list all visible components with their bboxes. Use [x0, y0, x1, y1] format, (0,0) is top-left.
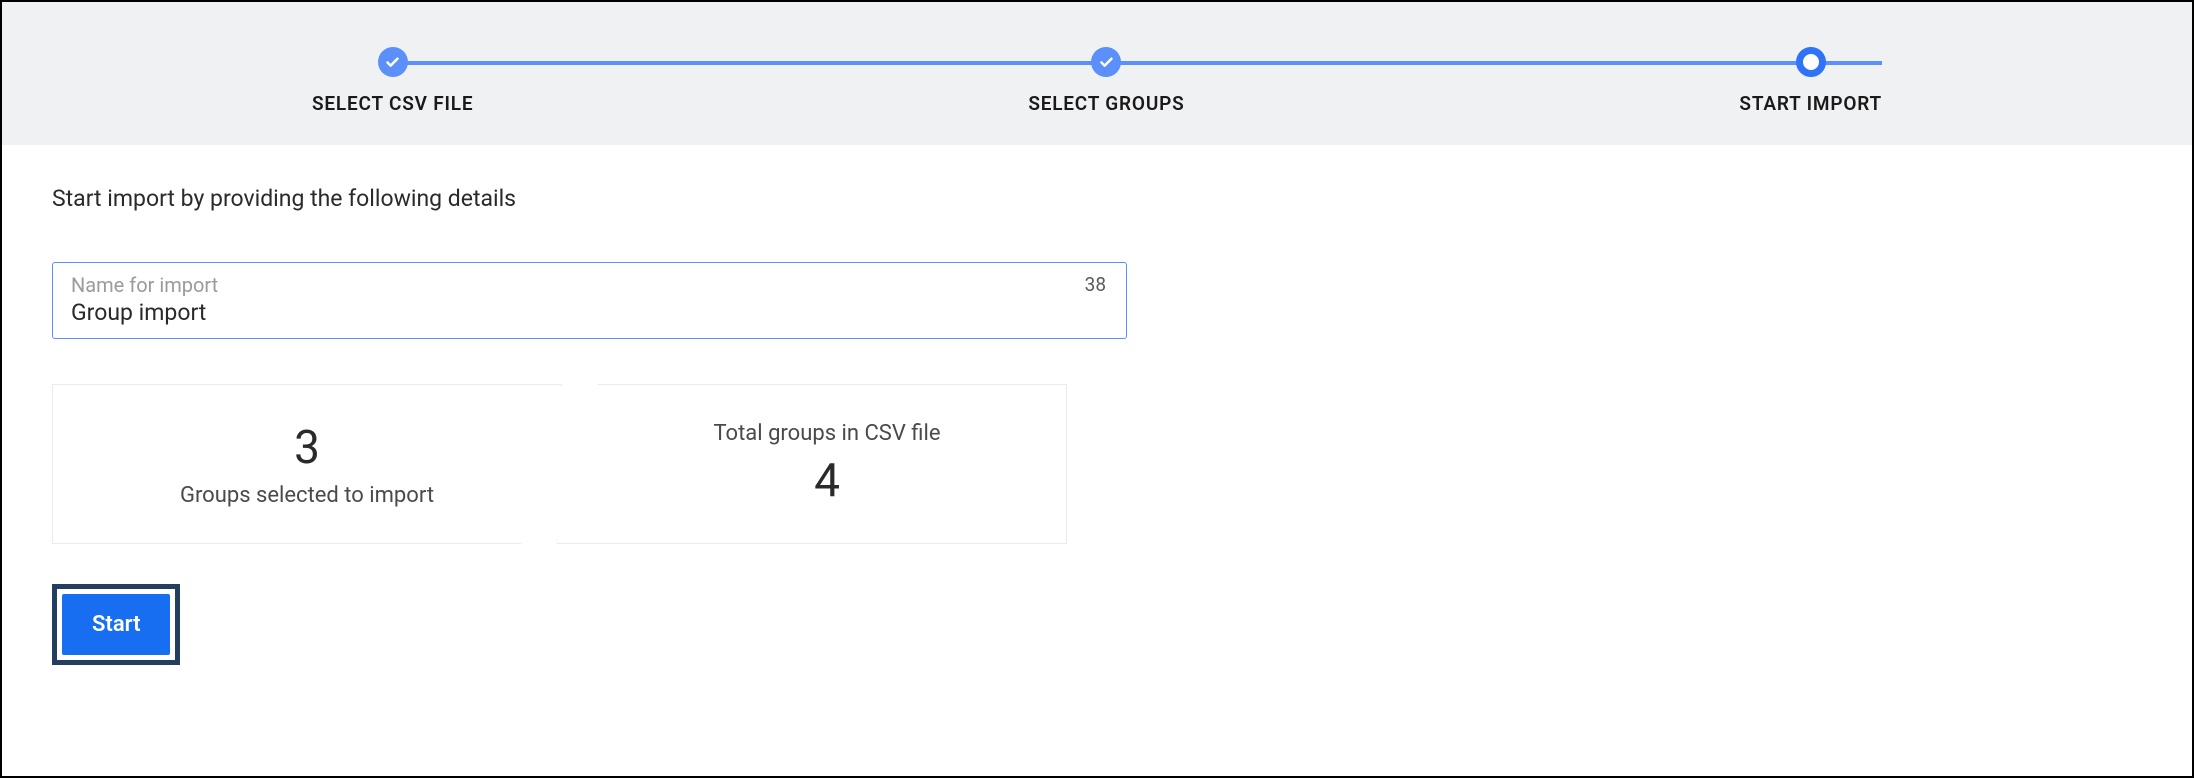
stats-row: 3 Groups selected to import Total groups… [52, 384, 2142, 544]
name-input-wrapper[interactable]: Name for import 38 [52, 262, 1127, 339]
import-name-input[interactable] [71, 297, 1108, 326]
step-start-import: START IMPORT [1739, 47, 1882, 115]
step-label: SELECT CSV FILE [312, 92, 473, 115]
step-label: START IMPORT [1739, 92, 1882, 115]
selected-label: Groups selected to import [180, 483, 434, 508]
char-counter: 38 [1085, 273, 1106, 296]
stepper-bar: SELECT CSV FILE SELECT GROUPS START IMPO… [2, 2, 2192, 145]
current-step-circle-icon [1796, 47, 1826, 77]
step-label: SELECT GROUPS [1028, 92, 1184, 115]
total-label: Total groups in CSV file [713, 421, 940, 446]
check-circle-icon [378, 47, 408, 77]
start-button[interactable]: Start [62, 594, 170, 655]
import-wizard-container: SELECT CSV FILE SELECT GROUPS START IMPO… [0, 0, 2194, 778]
check-circle-icon [1091, 47, 1121, 77]
total-groups-card: Total groups in CSV file 4 [557, 384, 1067, 544]
step-select-csv: SELECT CSV FILE [312, 47, 473, 115]
selected-groups-card: 3 Groups selected to import [52, 384, 562, 544]
input-label: Name for import [71, 273, 1108, 297]
total-count: 4 [814, 454, 840, 508]
content-area: Start import by providing the following … [2, 145, 2192, 776]
selected-count: 3 [294, 421, 320, 475]
instruction-text: Start import by providing the following … [52, 185, 2142, 212]
stepper: SELECT CSV FILE SELECT GROUPS START IMPO… [2, 47, 2192, 115]
start-button-highlight: Start [52, 584, 180, 665]
step-select-groups: SELECT GROUPS [1028, 47, 1184, 115]
